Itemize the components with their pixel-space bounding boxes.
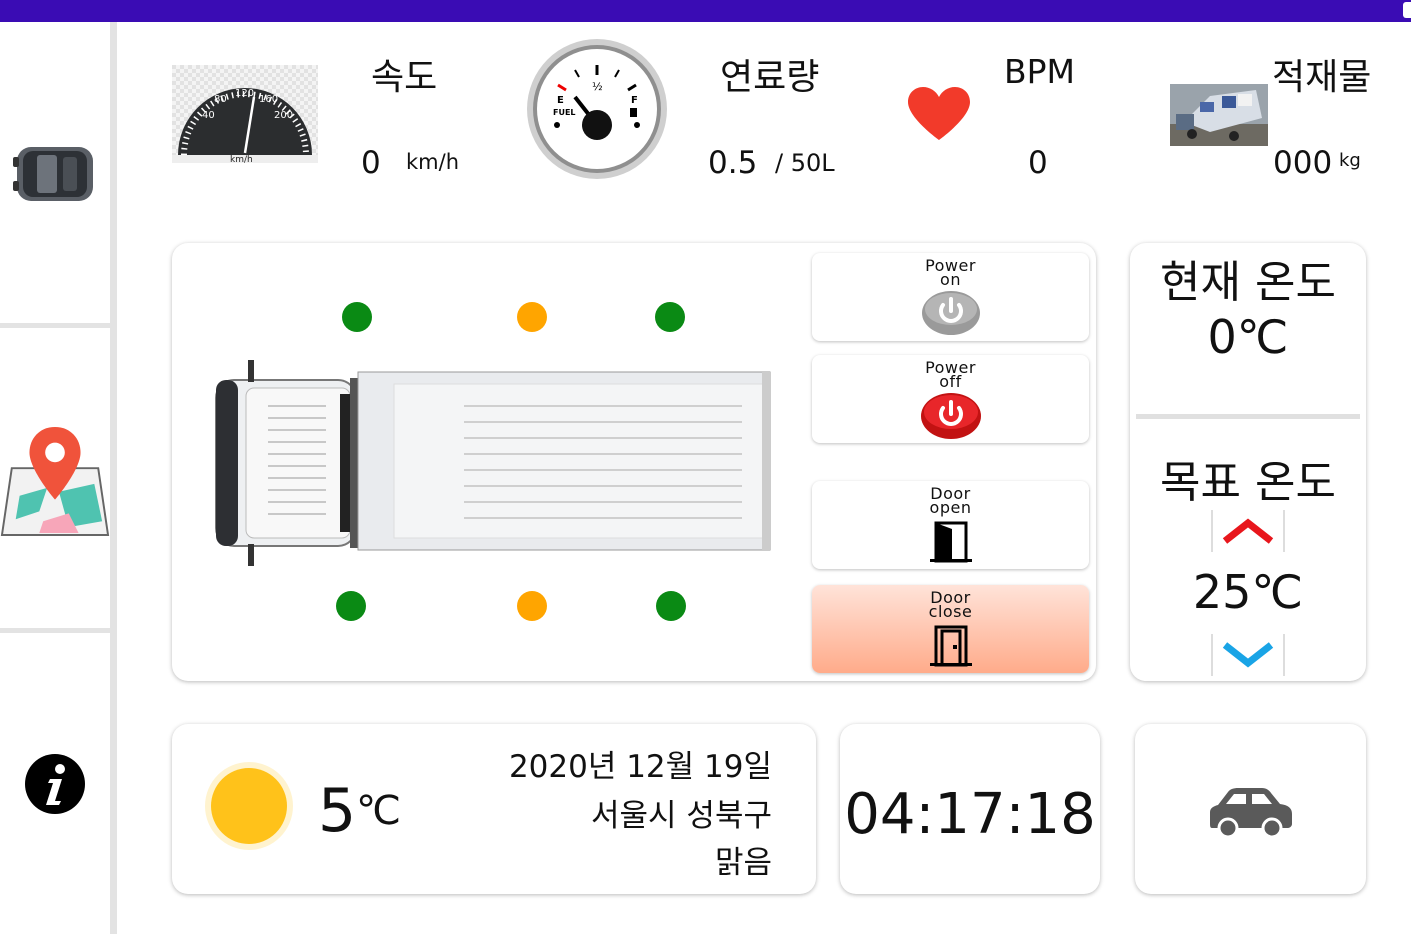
sensor-indicator-mid-bottom [517, 591, 547, 621]
speedometer-unit: km/h [230, 155, 253, 163]
door-closed-icon [929, 625, 972, 667]
door-close-button[interactable]: Door close [812, 585, 1089, 673]
speedometer-tick: 40 [202, 110, 215, 121]
current-temp-value: 0℃ [1207, 310, 1289, 364]
sidebar-vehicle-button[interactable] [0, 122, 110, 226]
sidebar-divider [110, 22, 117, 934]
sidebar-info-button[interactable] [0, 750, 110, 818]
door-open-label: Door open [929, 484, 972, 517]
power-on-button[interactable]: Power on [812, 253, 1089, 341]
map-pin-icon [0, 426, 110, 536]
target-temp-down-button[interactable] [1211, 634, 1285, 676]
current-temp-label: 현재 온도 [1160, 257, 1336, 308]
bpm-label: BPM [1004, 52, 1076, 91]
sun-icon [205, 762, 293, 850]
weather-temp-value: 5 [318, 776, 357, 846]
sensor-indicator-mid-top [517, 302, 547, 332]
speed-label: 속도 [371, 57, 438, 98]
sidebar [0, 22, 117, 934]
target-temp-value: 25℃ [1192, 565, 1304, 619]
chevron-up-icon [1222, 518, 1274, 544]
sensor-indicator-front-left-bottom [336, 591, 366, 621]
chevron-down-icon [1222, 642, 1274, 668]
speedometer-tick: 120 [235, 88, 254, 99]
sidebar-separator [0, 323, 110, 328]
power-on-label: Power on [925, 256, 976, 289]
bpm-value: 0 [1028, 145, 1048, 181]
cargo-truck-image [1170, 84, 1268, 146]
fuel-gauge-image: E ½ F FUEL [527, 39, 667, 179]
power-off-icon [920, 393, 981, 439]
sidebar-separator [0, 628, 110, 633]
info-icon [25, 754, 85, 814]
sensor-indicator-rear-top [655, 302, 685, 332]
sensor-indicator-front-left-top [342, 302, 372, 332]
speedometer-image: 40 80 120 160 200 km/h [172, 65, 318, 163]
fuel-label: 연료량 [720, 57, 820, 98]
car-top-icon [13, 147, 93, 201]
fuel-capacity: / 50L [775, 149, 835, 177]
weather-temp-unit: ℃ [356, 788, 401, 834]
speedometer-tick: 200 [274, 110, 293, 121]
target-temp-label: 목표 온도 [1160, 457, 1336, 508]
weather-location: 서울시 성북구 [591, 798, 772, 834]
clock-time: 04:17:18 [844, 782, 1096, 847]
door-open-button[interactable]: Door open [812, 481, 1089, 569]
fuel-gauge-label: FUEL [553, 108, 576, 117]
cargo-value: 000 [1273, 145, 1333, 181]
sensor-indicator-rear-bottom [656, 591, 686, 621]
door-close-label: Door close [928, 588, 973, 621]
door-open-icon [929, 521, 972, 563]
car-icon [1210, 788, 1292, 839]
sidebar-map-button[interactable] [0, 414, 110, 544]
status-bar [0, 0, 1411, 22]
power-off-label: Power off [925, 358, 976, 391]
fuel-half-mark: ½ [592, 80, 603, 93]
speed-unit: km/h [406, 150, 460, 174]
target-temp-up-button[interactable] [1211, 510, 1285, 552]
truck-top-view-image [215, 360, 771, 566]
cargo-unit: kg [1339, 150, 1361, 171]
speedometer-tick: 160 [259, 94, 278, 105]
speedometer-tick: 80 [214, 94, 227, 105]
heart-icon [908, 87, 970, 140]
weather-date: 2020년 12월 19일 [508, 749, 772, 785]
cargo-label: 적재물 [1272, 57, 1372, 98]
weather-condition: 맑음 [714, 845, 772, 881]
status-bar-indicator [1403, 2, 1411, 18]
fuel-empty-mark: E [557, 95, 564, 106]
fuel-full-mark: F [631, 95, 638, 106]
fuel-value: 0.5 [708, 145, 758, 181]
speed-value: 0 [361, 145, 381, 181]
power-off-button[interactable]: Power off [812, 355, 1089, 443]
power-on-icon [921, 291, 980, 335]
temperature-divider [1136, 414, 1360, 419]
